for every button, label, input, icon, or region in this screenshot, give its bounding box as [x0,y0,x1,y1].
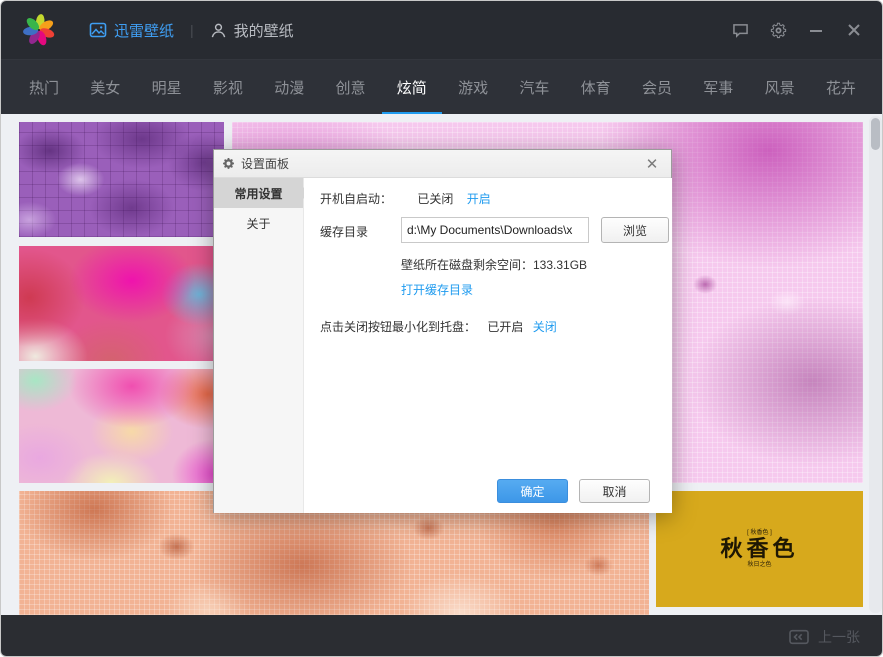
image-icon [89,21,107,39]
cache-path-input[interactable] [401,217,589,243]
autostart-label: 开机自启动： [320,192,392,206]
user-icon [210,22,227,39]
dialog-close-icon[interactable]: ✕ [641,153,663,175]
autostart-status: 已关闭 [417,192,453,206]
gear-icon [222,157,235,170]
yellow-card-tiny-bottom: 秋日之色 [747,561,771,569]
my-wallpapers-label: 我的壁纸 [234,20,294,41]
app-logo-pinwheel-icon [21,12,57,48]
tab-beauty[interactable]: 美女 [88,60,122,115]
nav-wallpaper-gallery[interactable]: 迅雷壁纸 [89,20,174,41]
yellow-card-title: 秋香色 [720,537,798,561]
tab-sports[interactable]: 体育 [579,60,613,115]
sidebar-item-about[interactable]: 关于 [214,208,303,238]
previous-wallpaper-button[interactable]: 上一张 [788,627,860,647]
wallpaper-thumb-purple-grid[interactable] [19,122,224,237]
cache-dir-row: 缓存目录 浏览 [320,223,672,240]
wallpaper-thumb-pink-gradient[interactable] [19,246,224,361]
tab-flowers[interactable]: 花卉 [824,60,858,115]
open-cache-dir-link[interactable]: 打开缓存目录 [401,281,473,298]
nav-my-wallpapers[interactable]: 我的壁纸 [210,20,294,41]
settings-sidebar: 常用设置 关于 [214,178,304,513]
wallpaper-thumb-pastel-blur[interactable] [19,369,224,483]
tab-vip[interactable]: 会员 [640,60,674,115]
titlebar: 迅雷壁纸 | 我的壁纸 [1,1,883,59]
app-title: 迅雷壁纸 [114,20,174,41]
tray-label: 点击关闭按钮最小化到托盘： [320,320,476,334]
titlebar-divider: | [190,22,194,38]
tray-status: 已开启 [487,320,523,334]
settings-dialog-header: 设置面板 ✕ [214,150,671,178]
previous-label: 上一张 [818,627,860,647]
close-icon[interactable] [842,18,866,42]
tab-stars[interactable]: 明星 [150,60,184,115]
gear-icon[interactable] [766,18,790,42]
tray-row: 点击关闭按钮最小化到托盘： 已开启 关闭 [320,318,557,335]
browse-button[interactable]: 浏览 [601,217,669,243]
dialog-title: 设置面板 [241,155,289,172]
minimize-icon[interactable] [804,18,828,42]
cache-dir-label: 缓存目录 [320,225,368,239]
app-window: 迅雷壁纸 | 我的壁纸 [0,0,883,657]
sidebar-item-general[interactable]: 常用设置 [214,178,303,208]
tab-anime[interactable]: 动漫 [272,60,306,115]
tab-movies[interactable]: 影视 [211,60,245,115]
autostart-enable-link[interactable]: 开启 [467,192,491,206]
cancel-button[interactable]: 取消 [579,479,650,503]
tab-cars[interactable]: 汽车 [517,60,551,115]
tab-military[interactable]: 军事 [701,60,735,115]
settings-content: 开机自启动： 已关闭 开启 缓存目录 浏览 壁纸所在磁盘剩余空间：133.31G… [304,178,672,513]
scrollbar-track[interactable] [869,116,882,613]
feedback-icon[interactable] [728,18,752,42]
tab-games[interactable]: 游戏 [456,60,490,115]
prev-image-icon [788,628,810,646]
window-controls [728,18,866,42]
tab-creative[interactable]: 创意 [333,60,367,115]
tab-hot[interactable]: 热门 [27,60,61,115]
bottom-toolbar: 上一张 [1,615,883,657]
ok-button[interactable]: 确定 [497,479,568,503]
category-tabbar: 热门 美女 明星 影视 动漫 创意 炫简 游戏 汽车 体育 会员 军事 风景 花… [1,59,883,114]
settings-dialog: 设置面板 ✕ 常用设置 关于 开机自启动： 已关闭 开启 缓存目录 浏览 壁纸所… [213,149,672,513]
wallpaper-thumb-autumn-yellow[interactable]: [ 秋香色 ] 秋香色 秋日之色 [656,491,863,607]
autostart-row: 开机自启动： 已关闭 开启 [320,190,491,207]
tab-minimal-active[interactable]: 炫简 [395,60,429,115]
tab-scenery[interactable]: 风景 [763,60,797,115]
tray-disable-link[interactable]: 关闭 [533,320,557,334]
disk-space-text: 壁纸所在磁盘剩余空间：133.31GB [401,256,587,273]
scrollbar-thumb[interactable] [871,118,880,150]
